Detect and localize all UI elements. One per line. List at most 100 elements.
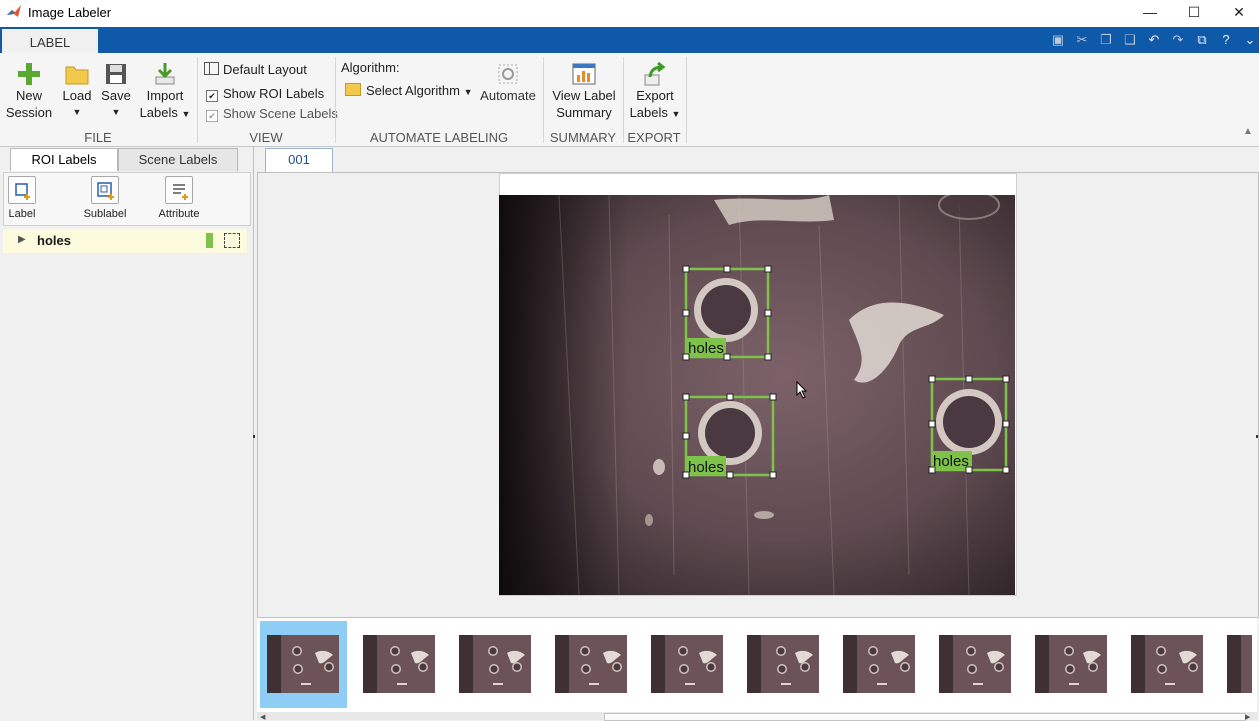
import-labels-label-row: Labels ▼ (138, 104, 192, 123)
divider (686, 57, 687, 143)
image-thumbnail[interactable] (555, 635, 627, 693)
plus-icon (18, 63, 40, 85)
help-icon[interactable]: ? (1216, 31, 1236, 49)
default-layout-button[interactable]: Default Layout (204, 62, 307, 77)
roi-label-text: holes (933, 453, 969, 470)
hole-2 (698, 401, 762, 465)
add-sublabel-button[interactable]: Sublabel (80, 176, 130, 220)
copy-icon[interactable]: ❐ (1096, 31, 1116, 49)
export-labels-button[interactable]: Export Labels ▼ (627, 61, 683, 123)
labeled-image[interactable]: holes holes holes (499, 195, 1015, 595)
maximize-button[interactable]: ☐ (1174, 2, 1214, 24)
metal-surface-image: holes holes holes (499, 195, 1015, 595)
image-thumbnail[interactable] (267, 635, 339, 693)
matlab-logo-icon (7, 5, 21, 17)
quick-save-icon[interactable]: ▣ (1048, 31, 1068, 49)
image-thumbnail[interactable] (747, 635, 819, 693)
show-scene-labels-label: Show Scene Labels (223, 106, 338, 121)
show-roi-labels-label: Show ROI Labels (223, 86, 325, 101)
image-thumbnail[interactable] (651, 635, 723, 693)
mouse-cursor-icon (796, 381, 808, 399)
chevron-down-icon: ▼ (671, 109, 681, 119)
roi-label-text: holes (688, 459, 724, 476)
tab-roi-labels[interactable]: ROI Labels (10, 148, 118, 171)
export-labels-label-1: Export (636, 88, 674, 103)
paste-icon[interactable]: ❏ (1120, 31, 1140, 49)
section-view: VIEW (249, 130, 283, 145)
cut-icon[interactable]: ✂ (1072, 31, 1092, 49)
layout-icon (204, 62, 219, 75)
image-thumbnail[interactable] (1227, 635, 1252, 693)
section-summary: SUMMARY (549, 130, 617, 145)
roi-label-item-holes[interactable]: ▶ holes (3, 229, 247, 253)
checkbox-checked-icon: ✔ (206, 110, 218, 122)
expand-arrow-icon[interactable]: ▶ (18, 234, 26, 245)
export-labels-label-row: Labels ▼ (627, 104, 683, 123)
summary-chart-icon (572, 63, 596, 85)
save-label: Save (101, 88, 131, 103)
sublabel-tool-label: Sublabel (83, 208, 127, 220)
undo-icon[interactable]: ↶ (1144, 31, 1164, 49)
image-thumbnail[interactable] (459, 635, 531, 693)
chevron-down-icon: ▼ (72, 107, 82, 117)
image-thumbnail[interactable] (1035, 635, 1107, 693)
minimize-button[interactable]: — (1130, 2, 1170, 24)
label-tool-label: Label (8, 208, 36, 220)
rectangle-roi-icon (224, 233, 240, 248)
save-button[interactable]: Save ▼ (98, 61, 134, 121)
import-labels-label-1: Import (146, 88, 184, 103)
add-label-button[interactable]: Label (4, 176, 40, 220)
chevron-down-icon: ▼ (181, 109, 191, 119)
floppy-disk-icon (106, 64, 126, 84)
view-label-summary-button[interactable]: View Label Summary (548, 61, 620, 121)
select-algorithm-dropdown[interactable]: Select Algorithm ▼ (345, 83, 472, 98)
select-algorithm-label: Select Algorithm (366, 83, 460, 98)
image-thumbnail[interactable] (843, 635, 915, 693)
import-labels-button[interactable]: Import Labels ▼ (138, 61, 192, 123)
automate-button[interactable]: Automate (476, 61, 540, 104)
view-label-summary-label-1: View Label (552, 88, 616, 103)
load-label: Load (62, 88, 92, 103)
section-automate-labeling: AUTOMATE LABELING (369, 130, 509, 145)
section-export: EXPORT (627, 130, 681, 145)
load-button[interactable]: Load ▼ (58, 61, 96, 121)
image-thumbnail[interactable] (363, 635, 435, 693)
new-session-button[interactable]: New Session (4, 61, 54, 121)
chevron-down-icon: ▼ (111, 107, 121, 117)
dropdown-arrow-icon[interactable]: ⌄ (1240, 31, 1259, 49)
image-thumbnail[interactable] (1131, 635, 1203, 693)
automate-label: Automate (480, 88, 536, 103)
add-roi-label-icon (8, 176, 36, 204)
export-labels-label-2: Labels (629, 105, 668, 120)
document-tab[interactable]: 001 (265, 148, 333, 172)
attribute-tool-label: Attribute (158, 208, 200, 220)
folder-icon (65, 66, 89, 85)
filmstrip-scrollbar[interactable]: ◀ ▶ (257, 712, 1257, 721)
tab-scene-labels[interactable]: Scene Labels (118, 148, 238, 171)
collapse-toolstrip-icon[interactable]: ▲ (1243, 126, 1253, 137)
add-attribute-button[interactable]: Attribute (154, 176, 204, 220)
import-arrow-icon (155, 63, 175, 85)
folder-icon (345, 83, 361, 96)
automate-gear-icon (498, 64, 518, 84)
hole-3 (936, 389, 1002, 455)
title-bar: Image Labeler — ☐ ✕ (0, 0, 1259, 27)
tab-label[interactable]: LABEL (2, 29, 98, 55)
default-layout-label: Default Layout (223, 62, 307, 77)
redo-icon[interactable]: ↷ (1168, 31, 1188, 49)
algorithm-caption: Algorithm: (341, 60, 400, 75)
window-layout-icon[interactable]: ⧉ (1192, 31, 1212, 49)
image-thumbnail[interactable] (939, 635, 1011, 693)
splitter-handle[interactable] (1256, 435, 1258, 438)
add-sublabel-icon (91, 176, 119, 204)
show-scene-labels-checkbox[interactable]: ✔ Show Scene Labels (206, 106, 338, 122)
roi-label-text: holes (688, 340, 724, 357)
splitter-handle[interactable] (253, 435, 255, 438)
close-button[interactable]: ✕ (1219, 2, 1259, 24)
show-roi-labels-checkbox[interactable]: ✔ Show ROI Labels (206, 86, 324, 102)
window-title: Image Labeler (28, 5, 112, 20)
new-session-label-2: Session (5, 105, 53, 120)
label-color-swatch (206, 233, 213, 248)
hole-1 (694, 278, 758, 342)
roi-label-name: holes (37, 233, 71, 248)
